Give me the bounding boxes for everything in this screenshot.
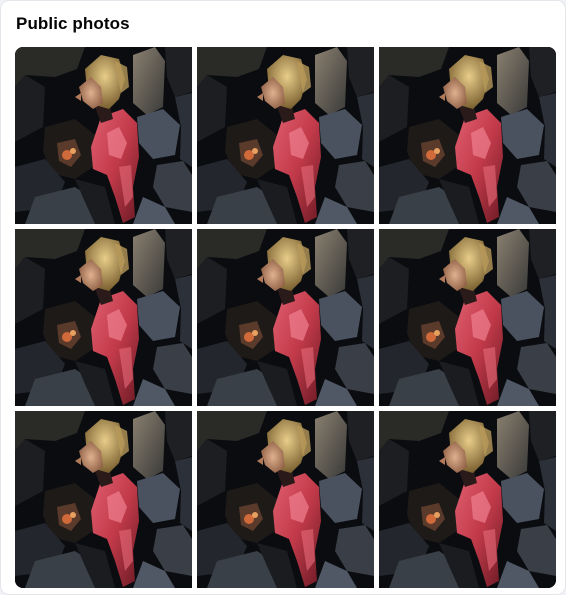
photo-thumbnail-6[interactable] (379, 229, 556, 406)
photo-thumbnail-7[interactable] (15, 411, 192, 588)
photo-thumbnail-5[interactable] (197, 229, 374, 406)
photo-image (15, 47, 192, 224)
photo-image (15, 411, 192, 588)
photo-image (15, 229, 192, 406)
photo-thumbnail-2[interactable] (197, 47, 374, 224)
photo-image (379, 411, 556, 588)
photo-grid (15, 47, 556, 588)
photo-image (379, 47, 556, 224)
photo-thumbnail-9[interactable] (379, 411, 556, 588)
photo-thumbnail-8[interactable] (197, 411, 374, 588)
photo-image (197, 47, 374, 224)
photo-image (197, 411, 374, 588)
photo-thumbnail-3[interactable] (379, 47, 556, 224)
public-photos-card: Public photos (1, 1, 565, 594)
photo-thumbnail-4[interactable] (15, 229, 192, 406)
section-title: Public photos (16, 14, 130, 33)
photo-image (379, 229, 556, 406)
photo-image (197, 229, 374, 406)
photo-thumbnail-1[interactable] (15, 47, 192, 224)
